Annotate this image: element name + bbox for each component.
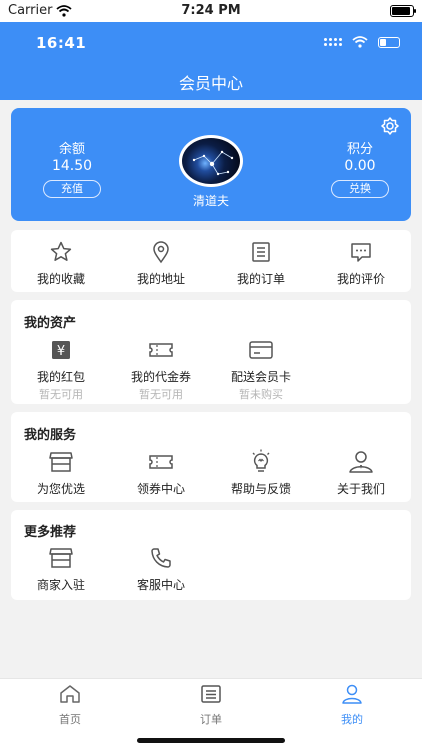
service-label: 关于我们 <box>336 482 385 496</box>
inner-status-time: 16:41 <box>36 34 87 52</box>
inner-status-icons <box>324 36 400 48</box>
quick-link-label: 我的订单 <box>236 272 285 286</box>
ios-status-bar: Carrier 7:24 PM <box>0 0 422 22</box>
profile-icon <box>342 684 362 704</box>
store-icon <box>49 452 73 472</box>
service-help-feedback[interactable]: 帮助与反馈 <box>211 449 311 497</box>
asset-label: 配送会员卡 <box>230 370 291 384</box>
points-label: 积分 <box>346 142 373 157</box>
shop-icon <box>49 548 73 568</box>
coupon-icon <box>149 455 173 469</box>
quick-links-section: 我的收藏 我的地址 我的订单 我的评价 <box>11 230 411 292</box>
balance-value: 14.50 <box>51 158 93 174</box>
phone-icon <box>151 548 171 568</box>
points-block: 积分 0.00 兑换 <box>325 138 395 198</box>
tab-home[interactable]: 首页 <box>30 684 110 727</box>
points-value: 0.00 <box>344 158 376 174</box>
comment-icon <box>351 243 371 262</box>
order-list-icon <box>252 242 270 262</box>
quick-link-label: 我的地址 <box>136 272 185 286</box>
quick-link-reviews[interactable]: 我的评价 <box>311 240 411 287</box>
service-label: 为您优选 <box>36 482 85 496</box>
assets-section: 我的资产 ¥ 我的红包 暂无可用 我的代金券 暂无可用 配送会员卡 暂未购买 <box>11 300 411 404</box>
page-title: 会员中心 <box>178 74 243 93</box>
avatar[interactable] <box>179 135 243 187</box>
asset-member-card[interactable]: 配送会员卡 暂未购买 <box>211 338 311 402</box>
location-pin-icon <box>153 241 169 264</box>
lightbulb-icon <box>252 449 270 472</box>
quick-link-favorites[interactable]: 我的收藏 <box>11 240 111 287</box>
asset-label: 我的红包 <box>36 370 85 384</box>
tab-orders[interactable]: 订单 <box>171 684 251 727</box>
star-icon <box>50 241 72 261</box>
home-icon <box>60 685 80 703</box>
asset-label: 我的代金券 <box>130 370 191 384</box>
svg-text:¥: ¥ <box>57 344 65 359</box>
service-recommended[interactable]: 为您优选 <box>11 450 111 497</box>
username: 清道夫 <box>192 194 229 208</box>
app-header: 16:41 会员中心 <box>0 22 422 100</box>
service-label: 领券中心 <box>136 482 185 496</box>
more-merchant-join[interactable]: 商家入驻 <box>11 546 111 593</box>
asset-status: 暂未购买 <box>239 388 283 401</box>
asset-status: 暂无可用 <box>39 388 83 401</box>
more-section: 更多推荐 商家入驻 客服中心 <box>11 510 411 600</box>
red-packet-icon: ¥ <box>52 341 70 359</box>
battery-icon <box>390 5 416 17</box>
asset-status: 暂无可用 <box>139 388 183 401</box>
service-about-us[interactable]: 关于我们 <box>311 450 411 497</box>
member-card: 余额 14.50 充值 清道夫 积分 0.00 兑换 <box>11 108 411 221</box>
section-title: 我的资产 <box>24 316 77 331</box>
person-icon <box>349 451 373 473</box>
home-indicator <box>137 738 285 743</box>
more-customer-service[interactable]: 客服中心 <box>111 546 211 593</box>
balance-block: 余额 14.50 充值 <box>37 138 107 198</box>
settings-icon[interactable] <box>380 116 400 136</box>
orders-icon <box>201 685 221 703</box>
voucher-icon <box>149 343 173 357</box>
quick-link-label: 我的评价 <box>336 272 385 286</box>
service-coupon-center[interactable]: 领券中心 <box>111 450 211 497</box>
status-time: 7:24 PM <box>181 3 241 18</box>
balance-label: 余额 <box>58 142 85 157</box>
more-label: 客服中心 <box>136 578 185 592</box>
signal-dots-icon <box>324 38 342 46</box>
quick-link-address[interactable]: 我的地址 <box>111 240 211 287</box>
more-label: 商家入驻 <box>36 578 85 592</box>
constellation-graphic <box>192 150 234 176</box>
wifi-icon <box>352 36 368 48</box>
quick-link-orders[interactable]: 我的订单 <box>211 240 311 287</box>
battery-icon <box>378 36 400 48</box>
tab-label: 订单 <box>200 713 222 726</box>
asset-red-packet[interactable]: ¥ 我的红包 暂无可用 <box>11 338 111 402</box>
section-title: 更多推荐 <box>24 525 77 540</box>
service-label: 帮助与反馈 <box>230 482 291 496</box>
quick-link-label: 我的收藏 <box>36 272 85 286</box>
section-title: 我的服务 <box>24 428 77 443</box>
services-section: 我的服务 为您优选 领券中心 帮助与反馈 关于我们 <box>11 412 411 502</box>
recharge-button[interactable]: 充值 <box>43 180 101 198</box>
asset-voucher[interactable]: 我的代金券 暂无可用 <box>111 338 211 402</box>
member-card-icon <box>249 341 273 359</box>
exchange-button[interactable]: 兑换 <box>331 180 389 198</box>
tab-label: 首页 <box>59 713 81 726</box>
tab-mine[interactable]: 我的 <box>312 684 392 727</box>
tab-label: 我的 <box>341 713 363 726</box>
